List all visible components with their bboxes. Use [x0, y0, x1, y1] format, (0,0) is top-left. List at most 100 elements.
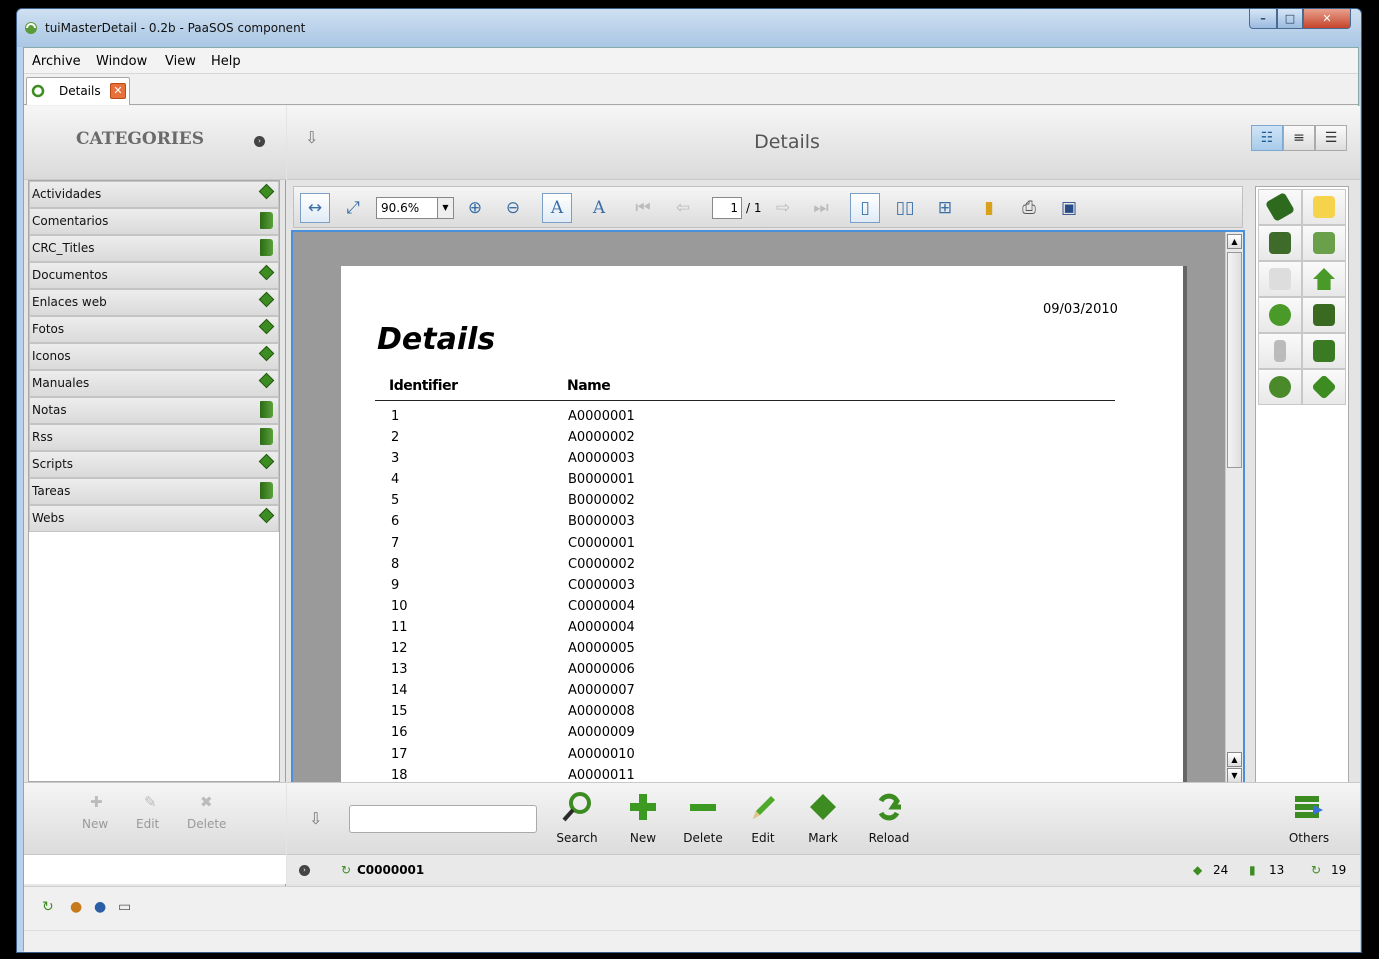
category-item[interactable]: Documentos: [29, 262, 279, 289]
scroll-down-icon[interactable]: ▼: [1227, 768, 1242, 783]
menu-view[interactable]: View: [165, 54, 196, 69]
palette-book-icon[interactable]: [1258, 189, 1302, 225]
report-row: 12 A0000005: [341, 638, 1141, 659]
new-category-button[interactable]: New: [82, 817, 108, 831]
category-item[interactable]: Fotos: [29, 316, 279, 343]
zoom-value: 90.6%: [381, 201, 420, 215]
save-pdf-icon[interactable]: ▣: [1054, 193, 1084, 223]
new-category-icon[interactable]: ✚: [90, 793, 103, 811]
delete-button[interactable]: Delete: [673, 783, 733, 849]
maximize-button[interactable]: □: [1277, 9, 1303, 29]
search-button[interactable]: Search: [547, 783, 607, 849]
palette-clip-icon[interactable]: [1258, 261, 1302, 297]
monitor-icon[interactable]: ▭: [118, 899, 131, 915]
reload-small-icon: ↻: [341, 863, 352, 877]
menu-help[interactable]: Help: [211, 54, 241, 69]
zoom-in-icon[interactable]: ⊕: [460, 193, 490, 223]
tab-details[interactable]: Details ✕: [26, 77, 130, 105]
report-row: 11 A0000004: [341, 617, 1141, 638]
minimize-button[interactable]: –: [1249, 9, 1277, 29]
users-icon[interactable]: ●: [70, 899, 82, 915]
report-row: 1 A0000001: [341, 406, 1141, 427]
row-identifier: 14: [391, 683, 408, 699]
report-viewer[interactable]: 09/03/2010 Details Identifier Name 1 A000…: [291, 230, 1245, 806]
palette-building-icon[interactable]: [1258, 333, 1302, 369]
close-tab-icon[interactable]: ✕: [110, 83, 126, 99]
prev-page-icon[interactable]: ⇦: [668, 193, 698, 223]
expand-icon[interactable]: ›: [299, 865, 310, 876]
fit-width-icon[interactable]: ↔: [300, 193, 330, 223]
category-item[interactable]: Manuales: [29, 370, 279, 397]
open-report-icon[interactable]: ▮: [974, 193, 1004, 223]
category-item[interactable]: Notas: [29, 397, 279, 424]
category-item[interactable]: Comentarios: [29, 208, 279, 235]
page-total: / 1: [746, 201, 762, 215]
category-item[interactable]: Actividades: [29, 181, 279, 208]
print-icon[interactable]: ⎙: [1014, 193, 1044, 223]
new-button[interactable]: New: [613, 783, 673, 849]
palette-rss-icon[interactable]: [1258, 297, 1302, 333]
category-item[interactable]: Scripts: [29, 451, 279, 478]
multi-page-icon[interactable]: ⊞: [930, 193, 960, 223]
palette-clipboard-icon[interactable]: [1302, 297, 1346, 333]
reload-button[interactable]: Reload: [859, 783, 919, 849]
menu-window[interactable]: Window: [96, 54, 147, 69]
fit-page-icon[interactable]: ⤢: [338, 193, 368, 223]
category-item[interactable]: Enlaces web: [29, 289, 279, 316]
edit-category-icon[interactable]: ✎: [144, 793, 157, 811]
view-detail-list-icon[interactable]: ☷: [1251, 125, 1283, 151]
app-icon: [25, 22, 37, 34]
two-page-icon[interactable]: ▯▯: [890, 193, 920, 223]
palette-clock-icon[interactable]: [1258, 369, 1302, 405]
view-list-icon[interactable]: ≡: [1283, 125, 1315, 151]
delete-category-icon[interactable]: ✖: [200, 793, 213, 811]
close-window-button[interactable]: ✕: [1303, 9, 1351, 29]
palette-note-icon[interactable]: [1302, 189, 1346, 225]
collapse-icon[interactable]: ›: [254, 136, 265, 147]
palette-document-icon[interactable]: [1302, 333, 1346, 369]
palette-image-icon[interactable]: [1302, 225, 1346, 261]
text-format-icon[interactable]: A: [584, 193, 614, 223]
category-item[interactable]: Rss: [29, 424, 279, 451]
category-item[interactable]: Iconos: [29, 343, 279, 370]
category-label: Actividades: [32, 187, 102, 201]
reload-icon[interactable]: ↻: [42, 899, 54, 915]
others-button[interactable]: Others: [1279, 783, 1339, 849]
diamond-icon: [258, 453, 275, 470]
zoom-out-icon[interactable]: ⊖: [498, 193, 528, 223]
mark-button[interactable]: Mark: [793, 783, 853, 849]
page-input[interactable]: 1: [712, 197, 742, 219]
single-page-icon[interactable]: ▯: [850, 193, 880, 223]
palette-folder-icon[interactable]: [1258, 225, 1302, 261]
arrow-down-icon[interactable]: ⇩: [309, 809, 322, 828]
scroll-up-icon[interactable]: ▲: [1227, 752, 1242, 767]
category-item[interactable]: Tareas: [29, 478, 279, 505]
menu-bar: Archive Window View Help: [24, 48, 1358, 74]
last-page-icon[interactable]: ⏭: [806, 193, 836, 223]
user-icon[interactable]: ●: [94, 899, 106, 915]
row-identifier: 6: [391, 514, 400, 530]
report-title: Details: [377, 322, 496, 357]
window-title: tuiMasterDetail - 0.2b - PaaSOS componen…: [45, 21, 306, 35]
delete-label: Delete: [683, 831, 723, 845]
menu-archive[interactable]: Archive: [32, 54, 81, 69]
view-tree-icon[interactable]: ☰: [1315, 125, 1347, 151]
palette-tag-icon[interactable]: [1302, 369, 1346, 405]
tab-label: Details: [59, 84, 101, 98]
zoom-select[interactable]: 90.6% ▼: [376, 197, 454, 219]
text-select-icon[interactable]: A: [542, 193, 572, 223]
reload-count: 19: [1331, 863, 1347, 877]
first-page-icon[interactable]: ⏮: [628, 193, 658, 223]
category-item[interactable]: Webs: [29, 505, 279, 532]
edit-category-button[interactable]: Edit: [136, 817, 159, 831]
report-scrollbar[interactable]: ▲ ▲ ▼: [1225, 232, 1243, 786]
report-row: 4 B0000001: [341, 469, 1141, 490]
scroll-up-icon[interactable]: ▲: [1227, 234, 1242, 249]
scroll-thumb[interactable]: [1227, 252, 1242, 468]
search-input[interactable]: [349, 805, 537, 833]
delete-category-button[interactable]: Delete: [187, 817, 226, 831]
category-item[interactable]: CRC_Titles: [29, 235, 279, 262]
palette-home-icon[interactable]: [1302, 261, 1346, 297]
edit-button[interactable]: Edit: [733, 783, 793, 849]
next-page-icon[interactable]: ⇨: [768, 193, 798, 223]
